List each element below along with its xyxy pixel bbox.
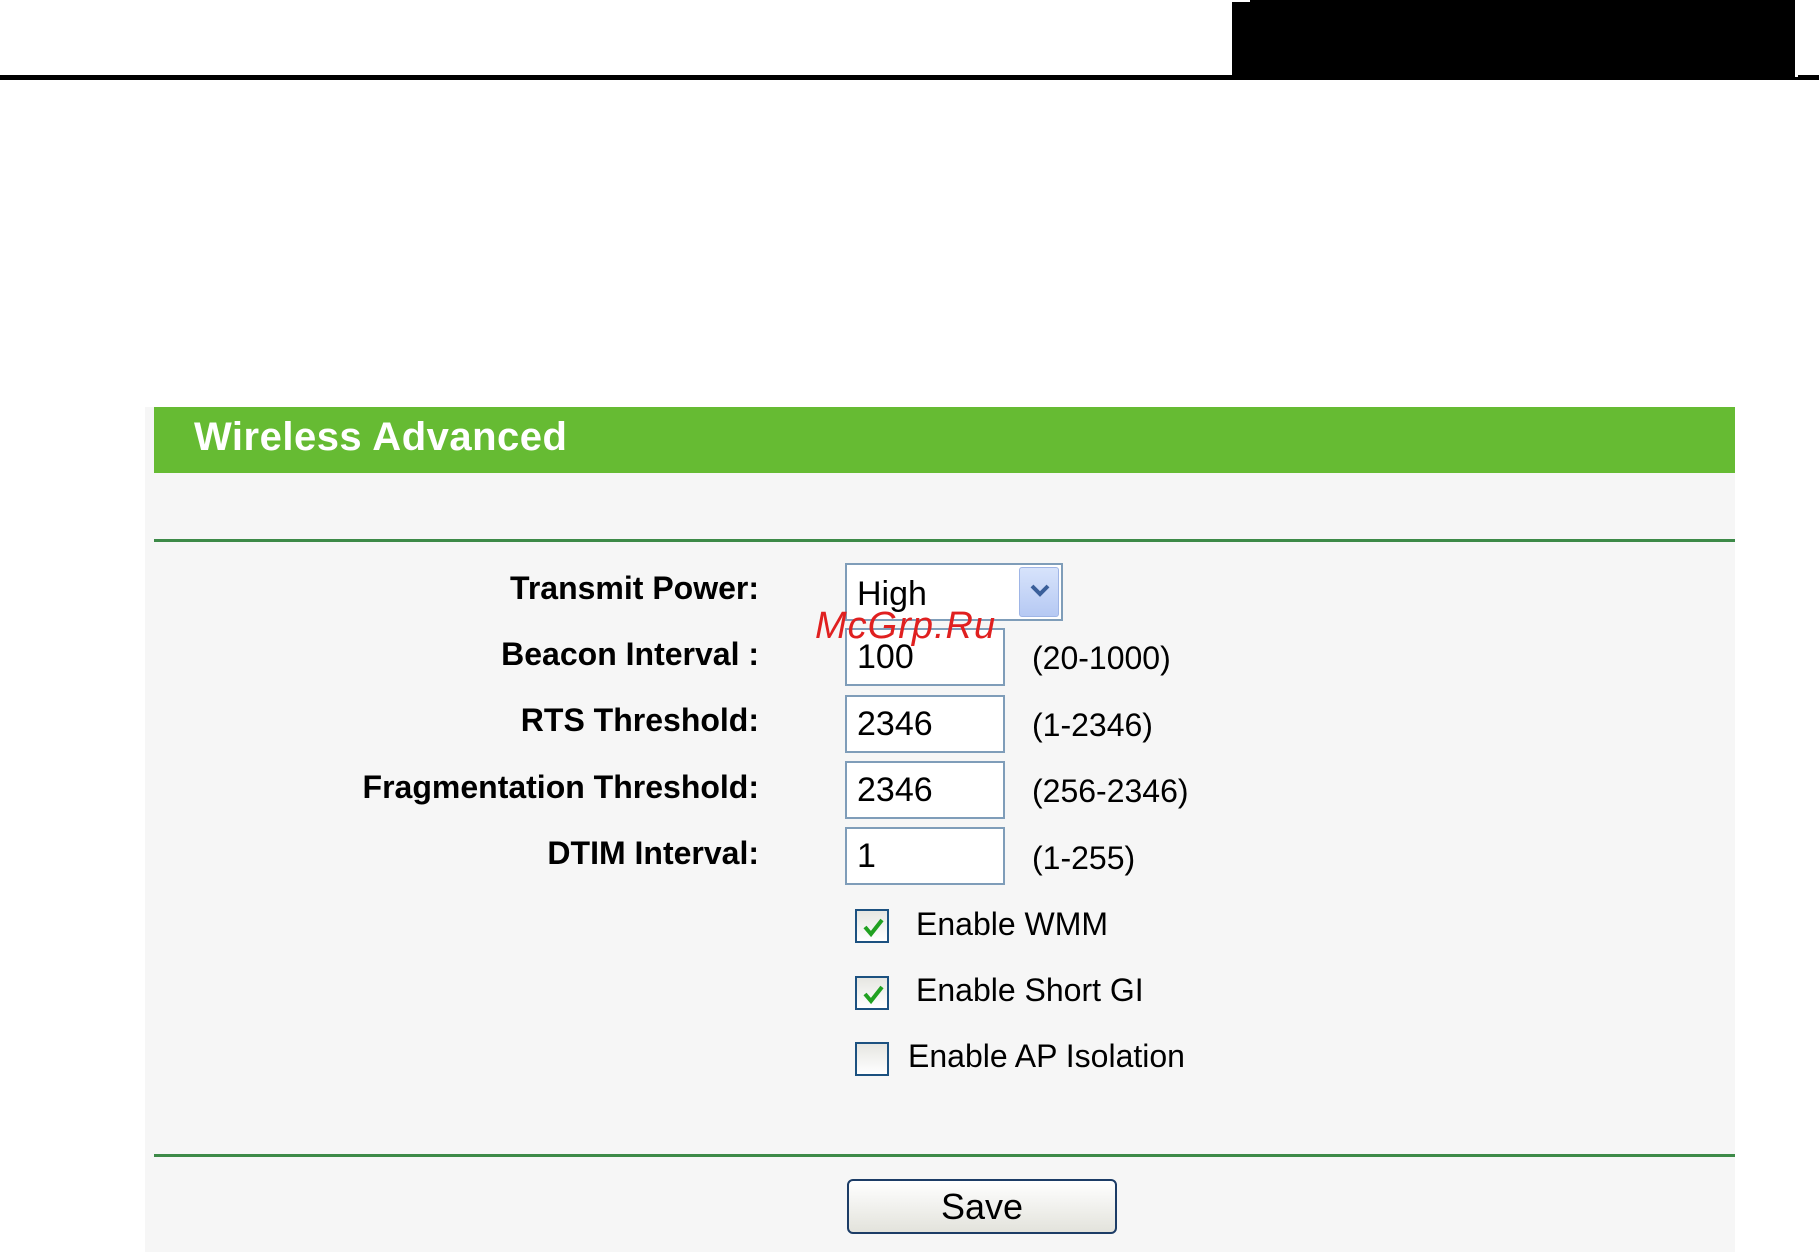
fragmentation-threshold-label: Fragmentation Threshold: [362, 769, 759, 805]
checkmark-icon [863, 985, 884, 1005]
rts-threshold-label: RTS Threshold: [520, 702, 759, 738]
header-tick-right [1795, 0, 1798, 77]
page-title: Wireless Advanced [194, 415, 568, 459]
divider-top [154, 539, 1735, 542]
beacon-interval-label: Beacon Interval : [501, 636, 759, 672]
fragmentation-threshold-range: (256-2346) [1032, 773, 1189, 809]
chevron-down-icon [1030, 584, 1050, 597]
rts-threshold-input[interactable] [845, 695, 1005, 753]
enable-short-gi-checkbox[interactable] [855, 976, 889, 1010]
watermark: McGrp.Ru [815, 605, 997, 647]
dtim-interval-label: DTIM Interval: [547, 835, 759, 871]
rts-threshold-range: (1-2346) [1032, 707, 1153, 743]
header-tick-left [1232, 0, 1250, 2]
dtim-interval-range: (1-255) [1032, 840, 1136, 876]
enable-ap-isolation-checkbox[interactable] [855, 1042, 889, 1076]
fragmentation-threshold-input[interactable] [845, 761, 1005, 819]
dtim-interval-input[interactable] [845, 827, 1005, 885]
transmit-power-label: Transmit Power: [510, 570, 759, 606]
dropdown-button[interactable] [1019, 567, 1059, 617]
header-black-block [1232, 0, 1798, 77]
enable-wmm-label: Enable WMM [916, 906, 1109, 942]
beacon-interval-range: (20-1000) [1032, 640, 1171, 676]
enable-short-gi-label: Enable Short GI [916, 972, 1144, 1008]
checkmark-icon [863, 918, 884, 938]
save-button[interactable]: Save [847, 1179, 1117, 1234]
enable-wmm-checkbox[interactable] [855, 909, 889, 943]
enable-ap-isolation-label: Enable AP Isolation [908, 1038, 1185, 1074]
divider-bottom [154, 1154, 1735, 1157]
